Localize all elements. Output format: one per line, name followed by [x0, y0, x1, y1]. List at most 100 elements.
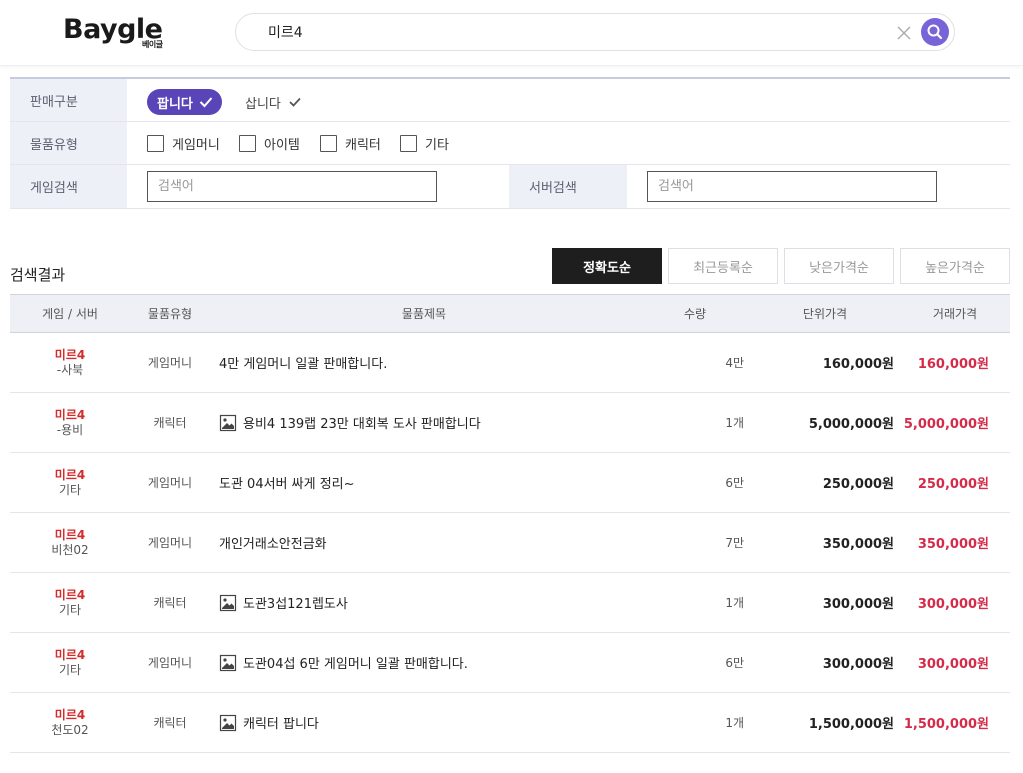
item-type-cell: 캐릭터 [153, 716, 187, 730]
buy-toggle[interactable]: 삽니다 [245, 89, 301, 115]
game-name: 미르4 [54, 347, 86, 362]
server-name: 기타 [58, 482, 82, 497]
item-title: 용비4 139랩 23만 대회복 도사 판매합니다 [243, 417, 481, 432]
checkbox-label: 게임머니 [172, 138, 220, 153]
quantity-cell: 1개 [725, 416, 744, 430]
total-price-cell: 5,000,000원 [903, 417, 989, 432]
item-type-cell: 게임머니 [147, 356, 193, 370]
item-type-checkbox-character[interactable]: 캐릭터 [320, 134, 381, 153]
table-row[interactable]: 미르4 천도02 캐릭터 캐릭터 팝니다 1개 1,500,000원 1,500,000원 [10, 693, 1010, 753]
item-title: 개인거래소안전금화 [219, 537, 327, 552]
table-header: 게임 / 서버 물품유형 물품제목 수량 단위가격 거래가격 [10, 294, 1010, 333]
server-search-label: 서버검색 [509, 165, 627, 208]
search-input[interactable] [268, 20, 868, 44]
site-logo[interactable]: Baygle 베이글 [63, 14, 173, 52]
item-title-link[interactable]: 도관3섭121렙도사 [219, 573, 689, 632]
checkbox[interactable] [239, 135, 256, 152]
checkbox-label: 아이템 [264, 138, 300, 153]
buy-toggle-label: 삽니다 [245, 96, 281, 112]
check-icon [199, 97, 213, 108]
table-row[interactable]: 미르4 -사북 게임머니 4만 게임머니 일괄 판매합니다. 4만 160,000원 160… [10, 333, 1010, 393]
item-type-checkbox-item[interactable]: 아이템 [239, 134, 300, 153]
quantity-cell: 6만 [725, 476, 744, 490]
quantity-cell: 6만 [725, 656, 744, 670]
unit-price-cell: 300,000원 [822, 657, 894, 672]
game-search-input[interactable] [147, 171, 437, 202]
checkbox-label: 캐릭터 [345, 138, 381, 153]
column-header-game-server: 게임 / 서버 [42, 307, 98, 321]
game-search-label: 게임검색 [10, 165, 127, 208]
game-server-cell: 미르4 -사북 [10, 333, 130, 392]
game-name: 미르4 [54, 647, 86, 662]
game-server-cell: 미르4 기타 [10, 573, 130, 632]
image-icon [219, 714, 237, 731]
filter-row-item-type: 물품유형 게임머니 아이템 캐릭터 기타 [10, 122, 1010, 165]
sell-toggle-label: 팝니다 [157, 96, 193, 112]
unit-price-cell: 350,000원 [822, 537, 894, 552]
game-server-cell: 미르4 비천02 [10, 513, 130, 572]
site-header: Baygle 베이글 [0, 0, 1023, 66]
column-header-unit-price: 단위가격 [802, 307, 848, 321]
item-title: 도관 04서버 싸게 정리~ [219, 477, 355, 492]
game-server-cell: 미르4 기타 [10, 633, 130, 692]
results-title: 검색결과 [10, 266, 66, 284]
game-server-cell: 미르4 천도02 [10, 693, 130, 752]
server-name: 기타 [58, 602, 82, 617]
server-name: 천도02 [51, 722, 89, 737]
quantity-cell: 1개 [725, 596, 744, 610]
image-icon [219, 594, 237, 611]
search-button[interactable] [921, 18, 949, 46]
item-type-cell: 게임머니 [147, 476, 193, 490]
checkbox[interactable] [147, 135, 164, 152]
sort-recent-button[interactable]: 최근등록순 [668, 248, 778, 284]
item-type-checkbox-etc[interactable]: 기타 [400, 134, 449, 153]
image-icon [219, 414, 237, 431]
item-title-link[interactable]: 개인거래소안전금화 [219, 513, 689, 572]
image-icon [219, 654, 237, 671]
server-name: 기타 [58, 662, 82, 677]
item-title-link[interactable]: 용비4 139랩 23만 대회복 도사 판매합니다 [219, 393, 689, 452]
quantity-cell: 7만 [725, 536, 744, 550]
total-price-cell: 160,000원 [917, 357, 989, 372]
unit-price-cell: 250,000원 [822, 477, 894, 492]
filter-row-sale-type: 판매구분 팝니다 삽니다 [10, 79, 1010, 122]
sell-toggle[interactable]: 팝니다 [147, 89, 222, 115]
table-row[interactable]: 미르4 기타 게임머니 도관04섭 6만 게임머니 일괄 판매합니다. 6만 300,00… [10, 633, 1010, 693]
item-title-link[interactable]: 도관 04서버 싸게 정리~ [219, 453, 689, 512]
table-row[interactable]: 미르4 비천02 게임머니 개인거래소안전금화 7만 350,000원 350,000원 [10, 513, 1010, 573]
sort-accuracy-button[interactable]: 정확도순 [552, 248, 662, 284]
game-name: 미르4 [54, 587, 86, 602]
table-row[interactable]: 미르4 기타 캐릭터 도관3섭121렙도사 1개 300,000원 300,000원 [10, 573, 1010, 633]
clear-search-button[interactable] [896, 25, 912, 41]
item-type-cell: 게임머니 [147, 536, 193, 550]
item-title-link[interactable]: 캐릭터 팝니다 [219, 693, 689, 752]
server-search-input[interactable] [647, 171, 937, 202]
game-name: 미르4 [54, 707, 86, 722]
server-name: 비천02 [51, 542, 89, 557]
column-header-quantity: 수량 [683, 307, 707, 321]
item-type-cell: 게임머니 [147, 656, 193, 670]
item-title: 도관04섭 6만 게임머니 일괄 판매합니다. [243, 657, 468, 672]
table-row[interactable]: 미르4 -용비 캐릭터 용비4 139랩 23만 대회복 도사 판매합니다 1개 5,00… [10, 393, 1010, 453]
column-header-item-type: 물품유형 [147, 307, 193, 321]
checkbox[interactable] [400, 135, 417, 152]
search-bar [235, 13, 955, 51]
game-server-cell: 미르4 기타 [10, 453, 130, 512]
filter-row-search: 게임검색 서버검색 [10, 165, 1010, 209]
search-filter-panel: 판매구분 팝니다 삽니다 물품유형 게임머니 아이템 캐릭터 기타 게임검색 검… [10, 77, 1010, 209]
quantity-cell: 4만 [725, 356, 744, 370]
sort-high-price-button[interactable]: 높은가격순 [900, 248, 1010, 284]
checkbox[interactable] [320, 135, 337, 152]
server-name: -용비 [56, 422, 84, 437]
item-title-link[interactable]: 도관04섭 6만 게임머니 일괄 판매합니다. [219, 633, 689, 692]
item-title-link[interactable]: 4만 게임머니 일괄 판매합니다. [219, 333, 689, 392]
table-row[interactable]: 미르4 기타 게임머니 도관 04서버 싸게 정리~ 6만 250,000원 250,000… [10, 453, 1010, 513]
sort-low-price-button[interactable]: 낮은가격순 [784, 248, 894, 284]
total-price-cell: 300,000원 [917, 657, 989, 672]
game-server-cell: 미르4 -용비 [10, 393, 130, 452]
item-type-checkbox-money[interactable]: 게임머니 [147, 134, 220, 153]
total-price-cell: 300,000원 [917, 597, 989, 612]
item-type-cell: 캐릭터 [153, 416, 187, 430]
game-name: 미르4 [54, 527, 86, 542]
item-type-label: 물품유형 [10, 122, 127, 164]
